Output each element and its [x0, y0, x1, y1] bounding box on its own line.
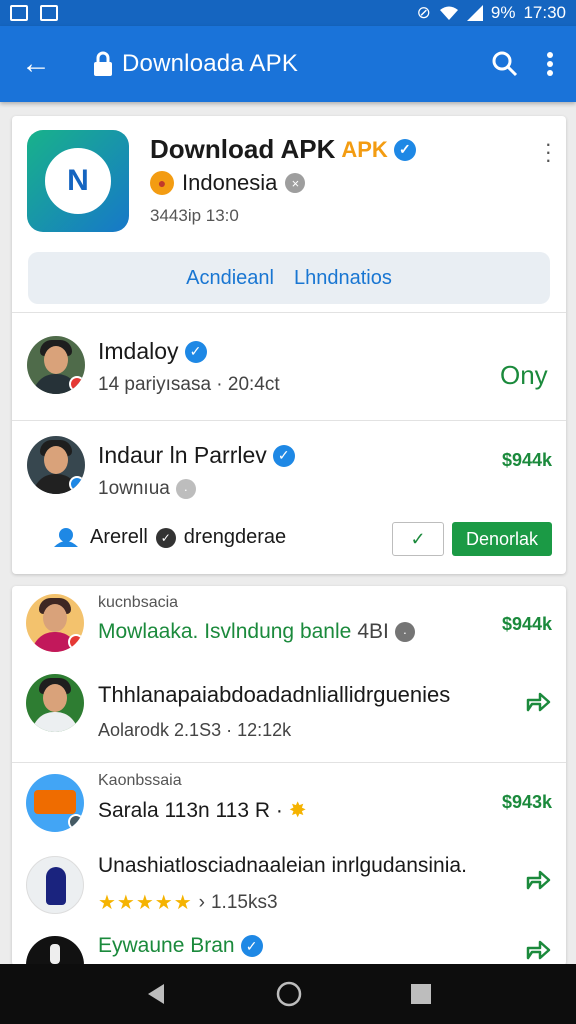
country-flag-icon: ● — [150, 171, 174, 195]
feed-item-title[interactable]: Eywaune Bran ✓ — [98, 934, 263, 958]
avatar[interactable] — [27, 436, 85, 494]
card-more-icon[interactable]: · · · — [545, 133, 552, 171]
feed-item-title[interactable]: Sarala 113n 113 R · ✸ — [98, 798, 306, 823]
app-icon[interactable]: N — [27, 130, 129, 232]
verified-icon: ✓ — [184, 340, 207, 363]
row-sub: 14 pariyısasa · 20:4ct — [98, 374, 280, 395]
apk-badge: APK — [341, 136, 388, 162]
avatar[interactable] — [26, 674, 84, 732]
row-name: Imdaloy ✓ — [98, 338, 207, 365]
spark-icon: ✸ — [288, 799, 307, 822]
game-thumbnail[interactable] — [26, 774, 84, 832]
feed-item-sub: Aolarodk 2.1S3 · 12:12k — [98, 720, 292, 740]
app-country: ● Indonesia × — [150, 170, 306, 196]
app-title-text: Download APK — [150, 134, 336, 164]
tab-right[interactable]: Lhndnatios — [294, 267, 392, 290]
avatar[interactable] — [27, 336, 85, 394]
app-meta: 3443ip 13:0 — [150, 206, 239, 225]
section-label: Kaonbssaia — [98, 772, 182, 789]
app-title: Download APK APK ✓ — [150, 134, 416, 165]
download-button[interactable]: Denorlak — [452, 522, 552, 556]
share-icon[interactable] — [524, 866, 552, 894]
row-sub: 1ownıua · — [98, 478, 196, 500]
rating-row: ★★★★★ › 1.15ks3 — [98, 890, 278, 915]
home-nav-icon[interactable] — [275, 980, 303, 1008]
search-icon[interactable] — [492, 51, 518, 77]
recents-nav-icon[interactable] — [410, 983, 432, 1005]
feed-item-title[interactable]: Thhlanapaiabdoadadnliallidrguenies — [98, 682, 450, 708]
remove-icon[interactable]: × — [285, 173, 306, 193]
back-arrow-icon[interactable]: ← — [0, 47, 72, 81]
feed-item-title-text[interactable]: Mowlaaka. Isvlndung banle — [98, 620, 351, 644]
app-icon-letter: N — [67, 164, 89, 197]
wifi-icon — [439, 6, 458, 20]
signal-icon — [466, 5, 483, 21]
avatar[interactable] — [26, 594, 84, 652]
system-nav-bar — [0, 964, 576, 1024]
image-icon — [40, 5, 58, 21]
actions-label-right: drengderae — [183, 526, 287, 548]
info-icon: · — [394, 622, 415, 642]
info-icon: · — [175, 479, 196, 499]
divider — [12, 312, 566, 313]
tab-left[interactable]: Acndieanl — [186, 267, 274, 290]
row-name-text: Imdaloy — [98, 338, 179, 364]
feed-item-price: $944k — [501, 614, 552, 634]
back-nav-icon[interactable] — [144, 982, 168, 1006]
lock-icon — [94, 51, 112, 76]
tabs-bar: Acndieanl Lhndnatios — [28, 252, 550, 304]
feed-item-price: $943k — [501, 792, 552, 812]
divider — [12, 762, 566, 763]
app-bar: ← Downloada APK — [0, 26, 576, 102]
divider — [12, 420, 566, 421]
status-bar: ⊘ 9% 17:30 — [0, 0, 576, 26]
battery-text: 9% — [490, 3, 516, 22]
feed-item-title[interactable]: Mowlaaka. Isvlndung banle 4BI · — [98, 620, 415, 644]
row-price: $944k — [501, 450, 552, 470]
overflow-menu-icon[interactable] — [546, 51, 554, 77]
feed-item-title[interactable]: Unashiatlosciadnaaleian inrlgudansinia. — [98, 854, 467, 878]
verified-icon: ✓ — [240, 935, 263, 957]
avatar[interactable] — [26, 856, 84, 914]
verified-icon: ✓ — [393, 138, 416, 161]
feed-card: kucnbsacia Mowlaaka. Isvlndung banle 4BI… — [12, 586, 566, 994]
actions-label-left: Arerell — [90, 526, 148, 548]
country-label: Indonesia — [182, 170, 278, 195]
row-name-text: Indaur ln Parrlev — [98, 442, 267, 468]
app-info-card: N Download APK APK ✓ ● Indonesia × 3443i… — [12, 116, 566, 574]
row-sub-text: 1ownıua — [98, 478, 170, 499]
notification-icon — [10, 5, 28, 21]
share-icon[interactable] — [524, 688, 552, 716]
verified-icon: ✓ — [272, 444, 295, 467]
actions-row: Arerell ✓ drengderae — [52, 526, 286, 549]
row-name: Indaur ln Parrlev ✓ — [98, 442, 295, 469]
confirm-outline-button[interactable]: ✓ — [392, 522, 444, 556]
feed-item-extra: 4BI — [357, 620, 389, 643]
app-bar-title: Downloada APK — [122, 50, 299, 77]
feed-item-title-text[interactable]: Eywaune Bran — [98, 934, 235, 958]
clock: 17:30 — [523, 3, 566, 22]
check-icon: ✓ — [155, 527, 176, 548]
share-icon[interactable] — [524, 936, 552, 964]
row-status[interactable]: Ony — [500, 360, 548, 391]
rating-count: 1.15ks3 — [210, 891, 278, 913]
chevron-right-icon: › — [198, 891, 205, 913]
feed-item-title-text[interactable]: Sarala 113n 113 R · — [98, 799, 283, 823]
mute-icon: ⊘ — [416, 3, 431, 22]
rating-stars-icon: ★★★★★ — [98, 892, 193, 914]
section-label: kucnbsacia — [98, 594, 179, 611]
person-icon — [54, 527, 78, 547]
